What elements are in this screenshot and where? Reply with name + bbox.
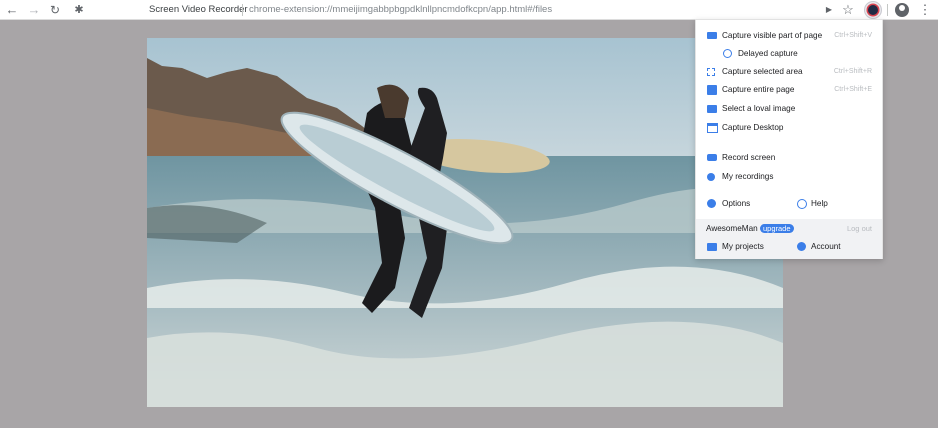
bookmark-star-icon[interactable]: ☆ bbox=[840, 2, 856, 18]
question-mark-icon bbox=[797, 199, 807, 209]
help-item[interactable]: Help bbox=[796, 196, 876, 212]
camera-icon[interactable]: ▶ bbox=[821, 2, 837, 18]
video-camera-icon bbox=[707, 154, 717, 161]
options-item[interactable]: Options bbox=[696, 196, 786, 212]
entire-page-icon bbox=[707, 85, 717, 95]
forward-arrow-icon[interactable]: → bbox=[26, 2, 42, 18]
username: AwesomeMan bbox=[706, 224, 758, 233]
projects-briefcase-icon bbox=[707, 243, 717, 251]
capture-desktop-item[interactable]: Capture Desktop bbox=[696, 120, 882, 136]
select-local-image-item[interactable]: Select a loval image bbox=[696, 101, 882, 117]
timer-icon bbox=[723, 49, 732, 58]
capture-entire-item[interactable]: Capture entire page Ctrl+Shift+E bbox=[696, 82, 882, 98]
folder-icon bbox=[707, 105, 717, 113]
capture-visible-item[interactable]: Capture visible part of page Ctrl+Shift+… bbox=[696, 28, 882, 44]
profile-avatar-icon[interactable] bbox=[895, 3, 909, 17]
address-bar-url[interactable]: chrome-extension://mmeijimgabbpbgpdklnll… bbox=[249, 3, 552, 17]
selection-area-icon bbox=[707, 68, 715, 76]
user-account-icon bbox=[797, 242, 806, 251]
recordings-play-icon bbox=[707, 173, 715, 181]
user-row: AwesomeMan upgrade Log out bbox=[696, 221, 882, 237]
browser-toolbar: ← → ↻ ✱ Screen Video Recorder chrome-ext… bbox=[0, 0, 938, 20]
surfers-photo bbox=[147, 38, 783, 407]
desktop-window-icon bbox=[707, 123, 718, 133]
back-arrow-icon[interactable]: ← bbox=[4, 2, 20, 18]
address-separator bbox=[242, 4, 243, 16]
account-footer: AwesomeMan upgrade Log out My projects A… bbox=[696, 219, 882, 259]
capture-selected-item[interactable]: Capture selected area Ctrl+Shift+R bbox=[696, 64, 882, 80]
kebab-menu-icon[interactable]: ⋮ bbox=[917, 2, 933, 18]
upgrade-badge[interactable]: upgrade bbox=[760, 221, 794, 237]
surfers-photo-illustration bbox=[147, 38, 783, 407]
visible-capture-icon bbox=[707, 32, 717, 39]
logout-link[interactable]: Log out bbox=[847, 221, 872, 237]
my-projects-item[interactable]: My projects bbox=[696, 239, 786, 255]
account-item[interactable]: Account bbox=[796, 239, 876, 255]
toolbar-separator bbox=[887, 4, 888, 16]
record-screen-item[interactable]: Record screen bbox=[696, 150, 882, 166]
extension-puzzle-icon: ✱ bbox=[74, 4, 84, 16]
my-recordings-item[interactable]: My recordings bbox=[696, 169, 882, 185]
reload-icon[interactable]: ↻ bbox=[47, 2, 63, 18]
gear-icon bbox=[707, 199, 716, 208]
page-title: Screen Video Recorder bbox=[149, 4, 248, 15]
screen-recorder-menu: Capture visible part of page Ctrl+Shift+… bbox=[695, 19, 883, 259]
screen-recorder-extension-icon[interactable] bbox=[864, 1, 882, 19]
delayed-capture-item[interactable]: Delayed capture bbox=[696, 46, 882, 62]
